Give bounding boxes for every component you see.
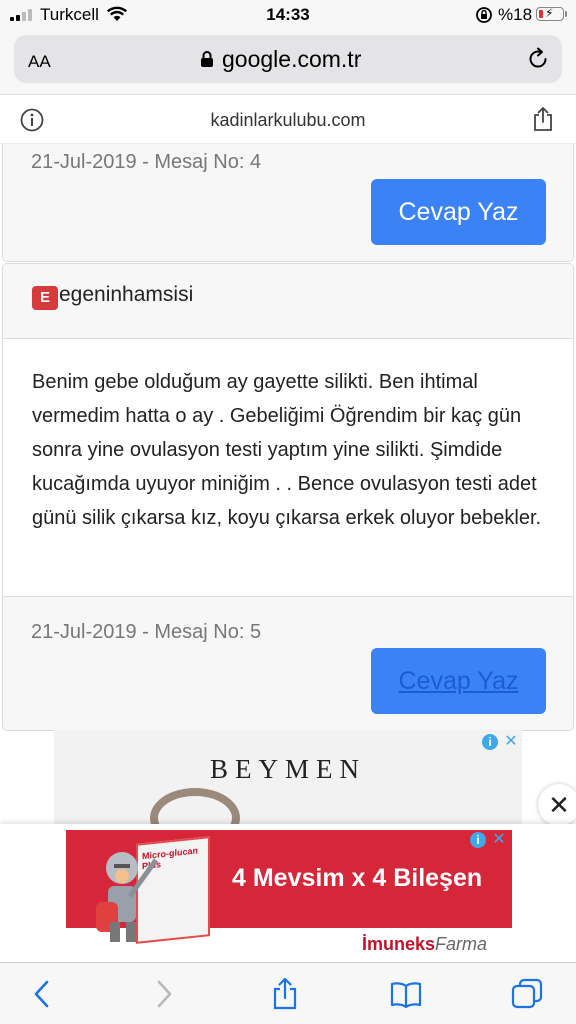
knight-mascot-image: [96, 852, 159, 942]
status-bar: Turkcell 14:33 %18 ⚡: [0, 0, 576, 30]
reply-button[interactable]: Cevap Yaz: [371, 648, 546, 714]
anchor-ad: Micro-glucan Plus 4 Mevsim x 4 Bileşen İ…: [0, 824, 576, 962]
chevron-left-icon[interactable]: [26, 977, 60, 1011]
lock-icon: [201, 51, 213, 67]
orientation-lock-icon: [476, 7, 492, 23]
ad-brand: İmuneksFarma: [362, 934, 488, 954]
reply-button[interactable]: Cevap Yaz: [371, 179, 546, 245]
post-body: Benim gebe olduğum ay gayette silikti. B…: [3, 339, 573, 597]
battery-icon: ⚡: [536, 6, 564, 21]
avatar: E: [32, 286, 58, 310]
post-footer: 21-Jul-2019 - Mesaj No: 4 Cevap Yaz: [3, 144, 573, 261]
site-header: kadinlarkulubu.com: [0, 94, 576, 144]
address-bar[interactable]: AA google.com.tr: [14, 35, 562, 83]
post-meta: 21-Jul-2019 - Mesaj No: 4: [31, 151, 262, 173]
post-author[interactable]: egeninhamsisi: [59, 283, 193, 307]
close-icon[interactable]: ✕: [538, 784, 576, 826]
text-size-button[interactable]: AA: [28, 47, 51, 73]
post-header: E egeninhamsisi: [3, 264, 573, 339]
share-icon[interactable]: [268, 977, 302, 1011]
reply-button-label: Cevap Yaz: [398, 198, 519, 226]
share-icon[interactable]: [531, 106, 555, 132]
site-domain: kadinlarkulubu.com: [210, 110, 366, 130]
url-text[interactable]: google.com.tr: [222, 46, 361, 73]
ad-product-image: [150, 788, 240, 824]
battery-percent: %18: [498, 5, 533, 24]
post-meta: 21-Jul-2019 - Mesaj No: 5: [31, 621, 262, 643]
browser-address-area: AA google.com.tr: [0, 30, 576, 94]
battery-tip: [565, 11, 567, 17]
chevron-right-icon[interactable]: [146, 977, 180, 1011]
browser-toolbar: [0, 962, 576, 1024]
ad-brand-text: BEYMEN: [210, 754, 366, 784]
book-icon[interactable]: [389, 977, 423, 1011]
tabs-icon[interactable]: [510, 977, 544, 1011]
ad-headline: 4 Mevsim x 4 Bileşen: [232, 864, 483, 892]
ad-info-icon[interactable]: i: [482, 734, 498, 750]
ad-close-icon[interactable]: ✕: [491, 832, 507, 848]
post-card: E egeninhamsisi Benim gebe olduğum ay ga…: [2, 263, 574, 731]
ad-banner-imuneks[interactable]: Micro-glucan Plus 4 Mevsim x 4 Bileşen İ…: [66, 830, 512, 960]
ad-info-icon[interactable]: i: [470, 832, 486, 848]
ad-close-icon[interactable]: ✕: [503, 734, 519, 750]
post-card: 21-Jul-2019 - Mesaj No: 4 Cevap Yaz: [2, 144, 574, 262]
reload-icon[interactable]: [526, 47, 550, 71]
thread-content: 21-Jul-2019 - Mesaj No: 4 Cevap Yaz E eg…: [0, 144, 576, 824]
post-footer: 21-Jul-2019 - Mesaj No: 5 Cevap Yaz: [3, 597, 573, 730]
reply-button-label: Cevap Yaz: [398, 667, 519, 695]
ad-banner-beymen[interactable]: BEYMEN i ✕: [54, 730, 522, 824]
